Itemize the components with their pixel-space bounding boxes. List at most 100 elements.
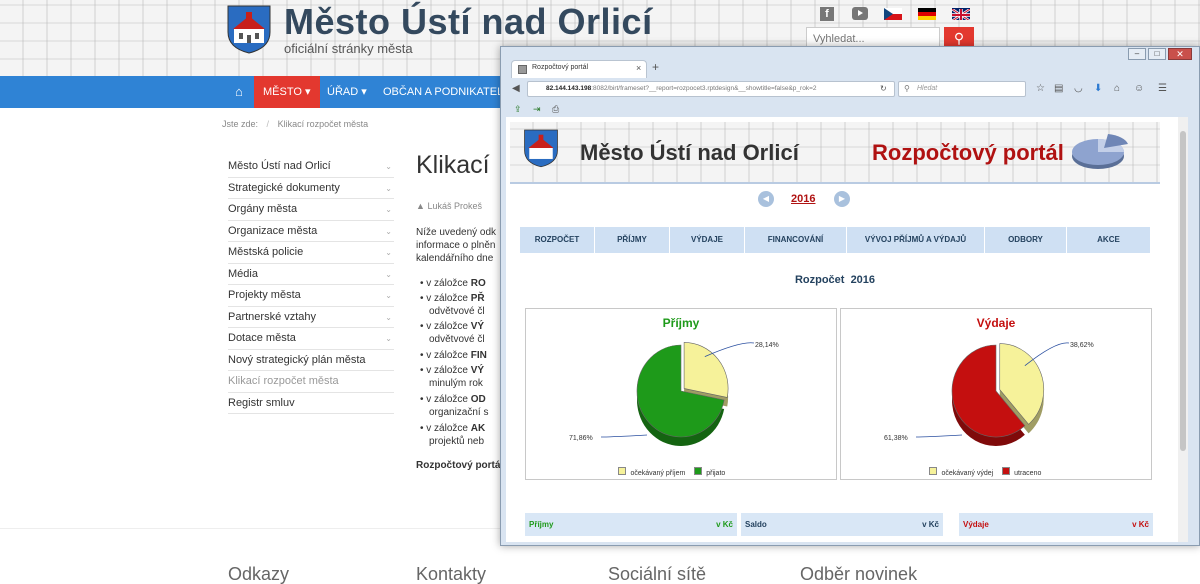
home-icon[interactable]: ⌂ — [226, 76, 252, 108]
legend-swatch-expected — [618, 466, 626, 475]
sidebar-item-label: Partnerské vztahy — [228, 310, 317, 323]
bar-label: Výdaje — [963, 520, 989, 529]
sidebar-item-label: Orgány města — [228, 203, 298, 215]
sidebar-item-label: Projekty města — [228, 289, 301, 301]
legend-swatch-expected — [929, 466, 937, 475]
legend-label: přijato — [706, 470, 726, 477]
bar-label: Saldo — [745, 520, 767, 529]
sidebar-item-projekty[interactable]: Projekty města ⌄ — [228, 285, 394, 307]
breadcrumb: Jste zde: / Klikací rozpočet města — [222, 119, 369, 129]
footer-heading-odber: Odběr novinek — [800, 564, 918, 584]
tab-title: Rozpočtový portál — [532, 64, 589, 71]
sync-icon[interactable]: ☺ — [1134, 83, 1144, 94]
bar-label: Příjmy — [529, 520, 554, 529]
facebook-icon[interactable]: f — [820, 7, 834, 21]
youtube-icon[interactable] — [852, 7, 868, 20]
nav-mesto[interactable]: MĚSTO ▾ — [254, 76, 320, 108]
sidebar-item-novy-plan[interactable]: Nový strategický plán města — [228, 350, 394, 371]
tab-financovani[interactable]: FINANCOVÁNÍ — [745, 227, 847, 253]
library-icon[interactable]: ▤ — [1054, 83, 1063, 94]
chevron-down-icon: ⌄ — [385, 269, 392, 279]
german-flag-icon[interactable] — [918, 8, 936, 20]
browser-search-field[interactable]: ⚲ Hledat — [898, 81, 1026, 97]
tab-vydaje[interactable]: VÝDAJE — [670, 227, 745, 253]
sidebar-item-klikaci[interactable]: Klikací rozpočet města — [228, 371, 394, 393]
bar-vydaje[interactable]: Výdaje v Kč — [959, 513, 1153, 536]
footer-heading-odkazy: Odkazy — [228, 564, 290, 584]
list-item: • v záložce VÝ — [420, 365, 485, 376]
menu-icon[interactable]: ☰ — [1158, 83, 1167, 94]
url-bar[interactable]: 82.144.143.198:8082/birt/frameset?__repo… — [527, 81, 895, 97]
browser-tab[interactable]: Rozpočtový portál × — [511, 60, 647, 78]
scrollbar[interactable] — [1178, 117, 1188, 542]
prev-year-button[interactable]: ◀ — [758, 191, 774, 207]
portal-link-text[interactable]: Rozpočtový portá — [416, 460, 500, 472]
bookmark-star-icon[interactable]: ☆ — [1036, 83, 1045, 94]
sidebar-item-registr[interactable]: Registr smluv — [228, 393, 394, 414]
site-subtitle: oficiální stránky města — [284, 41, 413, 56]
scroll-thumb[interactable] — [1180, 131, 1186, 451]
sidebar-item-organy[interactable]: Orgány města ⌄ — [228, 199, 394, 221]
list-item-continuation: projektů neb — [429, 436, 485, 447]
user-icon: ▲ — [416, 201, 425, 211]
next-year-button[interactable]: ▶ — [834, 191, 850, 207]
report-icon[interactable]: ⎙ — [552, 104, 559, 115]
tab-vyvoj[interactable]: VÝVOJ PŘÍJMŮ A VÝDAJŮ — [847, 227, 985, 253]
download-icon[interactable]: ⬇ — [1094, 83, 1102, 94]
page-title: Klikací — [416, 151, 490, 179]
tab-rozpocet[interactable]: ROZPOČET — [520, 227, 595, 253]
sidebar-item-label: Město Ústí nad Orlicí — [228, 160, 331, 172]
url-text: 82.144.143.198:8082/birt/frameset?__repo… — [546, 85, 817, 92]
tab-akce[interactable]: AKCE — [1067, 227, 1151, 253]
chevron-down-icon: ⌄ — [385, 162, 392, 171]
sidebar-item-label: Organizace města — [228, 224, 318, 237]
search-icon: ⚲ — [953, 30, 965, 46]
bar-saldo[interactable]: Saldo v Kč — [741, 513, 943, 536]
tab-odbory[interactable]: ODBORY — [985, 227, 1067, 253]
sidebar-item-partnerske[interactable]: Partnerské vztahy ⌄ — [228, 307, 394, 328]
sidebar-item-strategicke[interactable]: Strategické dokumenty ⌄ — [228, 178, 394, 199]
legend: očekávaný příjem přijato — [618, 462, 725, 480]
new-tab-button[interactable]: + — [652, 60, 659, 74]
bar-prijmy[interactable]: Příjmy v Kč — [525, 513, 737, 536]
tab-close-icon[interactable]: × — [636, 63, 641, 73]
pie-slice[interactable] — [683, 342, 729, 398]
home-icon[interactable]: ⌂ — [1114, 83, 1120, 94]
nav-urad[interactable]: ÚŘAD ▾ — [318, 76, 376, 108]
site-title[interactable]: Město Ústí nad Orlicí — [284, 2, 653, 42]
reload-icon[interactable]: ↻ — [880, 84, 887, 93]
list-item: • v záložce AK — [420, 423, 486, 434]
breadcrumb-current[interactable]: Klikací rozpočet města — [278, 119, 369, 129]
sidebar-item-label: Městská policie — [228, 246, 304, 258]
uk-flag-icon[interactable] — [952, 8, 970, 20]
intro-line: kalendářního dne — [416, 253, 494, 264]
nav-obcan[interactable]: OBČAN A PODNIKATEL ▾ — [374, 76, 520, 108]
legend: očekávaný výdej utraceno — [929, 462, 1041, 480]
maximize-button[interactable]: □ — [1148, 48, 1166, 60]
intro-line: informace o plněn — [416, 240, 496, 251]
sidebar-item-policie[interactable]: Městská policie ⌄ — [228, 242, 394, 264]
sidebar-item-media[interactable]: Média ⌄ — [228, 264, 394, 285]
pocket-icon[interactable]: ◡ — [1074, 83, 1083, 94]
minimize-button[interactable]: – — [1128, 48, 1146, 60]
sidebar-item-organizace[interactable]: Organizace města ⌄ — [228, 221, 394, 242]
legend-label: utraceno — [1014, 470, 1042, 477]
screen: Město Ústí nad Orlicí oficiální stránky … — [0, 0, 1200, 584]
chevron-down-icon: ⌄ — [385, 248, 392, 257]
portal-title: Rozpočtový portál — [872, 140, 1064, 165]
sidebar-item-dotace[interactable]: Dotace města ⌄ — [228, 328, 394, 350]
year-label: 2016 — [791, 193, 816, 205]
czech-flag-icon[interactable] — [884, 8, 902, 20]
close-button[interactable]: ✕ — [1168, 48, 1192, 60]
city-coat-of-arms[interactable] — [226, 4, 272, 54]
browser-search-placeholder: Hledat — [917, 85, 938, 92]
chevron-down-icon: ⌄ — [385, 183, 392, 193]
back-icon[interactable]: ◀ — [512, 83, 520, 94]
print-icon[interactable]: ⇥ — [533, 104, 541, 115]
tab-prijmy[interactable]: PŘÍJMY — [595, 227, 670, 253]
footer-heading-socialni: Sociální sítě — [608, 564, 707, 584]
sidebar-item-mesto[interactable]: Město Ústí nad Orlicí ⌄ — [228, 156, 394, 178]
pie-value-label: 71,86% — [569, 435, 593, 442]
export-icon[interactable]: ⇪ — [514, 104, 522, 115]
list-item: • v záložce VÝ — [420, 321, 485, 332]
